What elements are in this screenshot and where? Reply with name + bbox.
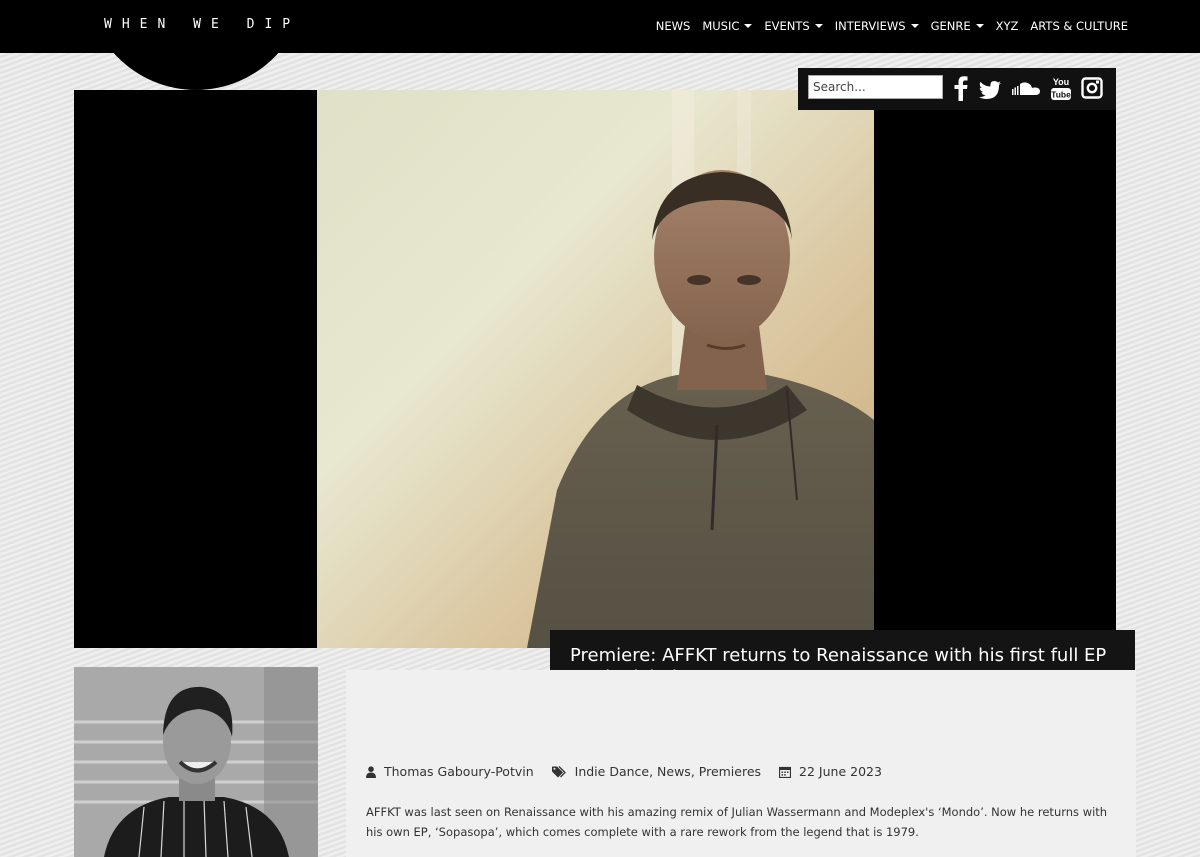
caret-down-icon bbox=[975, 24, 984, 28]
nav-label: ARTS & CULTURE bbox=[1030, 19, 1128, 33]
site-logo[interactable]: WHEN WE DIP bbox=[104, 17, 300, 32]
nav-label: EVENTS bbox=[764, 19, 810, 33]
caret-down-icon bbox=[814, 24, 823, 28]
user-icon bbox=[366, 765, 376, 778]
calendar-icon bbox=[779, 766, 792, 778]
nav-label: GENRE bbox=[930, 19, 971, 33]
nav-item-news[interactable]: NEWS bbox=[656, 19, 691, 33]
instagram-icon[interactable] bbox=[1081, 75, 1103, 101]
artist-portrait-illustration bbox=[317, 90, 874, 648]
nav-item-xyz[interactable]: XYZ bbox=[996, 19, 1019, 33]
nav-item-events[interactable]: EVENTS bbox=[764, 19, 823, 33]
nav-item-music[interactable]: MUSIC bbox=[702, 19, 753, 33]
article-date: 22 June 2023 bbox=[799, 764, 882, 779]
youtube-icon[interactable]: You Tube bbox=[1050, 75, 1072, 101]
nav-item-genre[interactable]: GENRE bbox=[931, 19, 984, 33]
tags-icon bbox=[551, 765, 566, 777]
article-meta: Thomas Gaboury-Potvin Indie Dance, News,… bbox=[366, 764, 900, 779]
tags-links[interactable]: Indie Dance, News, Premieres bbox=[575, 764, 761, 779]
facebook-icon[interactable] bbox=[954, 75, 968, 101]
search-input[interactable] bbox=[808, 75, 943, 99]
author-photo[interactable] bbox=[74, 667, 318, 857]
hero-artist-photo[interactable] bbox=[317, 90, 874, 648]
nav-label: NEWS bbox=[655, 19, 691, 33]
meta-date: 22 June 2023 bbox=[779, 764, 882, 779]
author-link[interactable]: Thomas Gaboury-Potvin bbox=[384, 764, 534, 779]
meta-author: Thomas Gaboury-Potvin bbox=[366, 764, 534, 779]
article-excerpt: AFFKT was last seen on Renaissance with … bbox=[366, 805, 1108, 839]
logo-background-circle bbox=[84, 0, 308, 90]
svg-text:Tube: Tube bbox=[1051, 90, 1071, 100]
nav-item-interviews[interactable]: INTERVIEWS bbox=[835, 19, 919, 33]
main-nav: NEWS MUSIC EVENTS INTERVIEWS GENRE XYZ A… bbox=[656, 19, 1128, 33]
nav-item-arts-culture[interactable]: ARTS & CULTURE bbox=[1030, 19, 1128, 33]
author-portrait-illustration bbox=[74, 667, 318, 857]
nav-label: INTERVIEWS bbox=[834, 19, 906, 33]
search-social-bar: You Tube bbox=[798, 68, 1116, 110]
caret-down-icon bbox=[910, 24, 919, 28]
nav-label: MUSIC bbox=[702, 19, 740, 33]
nav-label: XYZ bbox=[995, 19, 1019, 33]
caret-down-icon bbox=[744, 24, 753, 28]
twitter-icon[interactable] bbox=[979, 75, 1001, 101]
soundcloud-icon[interactable] bbox=[1010, 75, 1042, 101]
svg-text:You: You bbox=[1053, 77, 1069, 87]
meta-tags: Indie Dance, News, Premieres bbox=[551, 764, 761, 779]
